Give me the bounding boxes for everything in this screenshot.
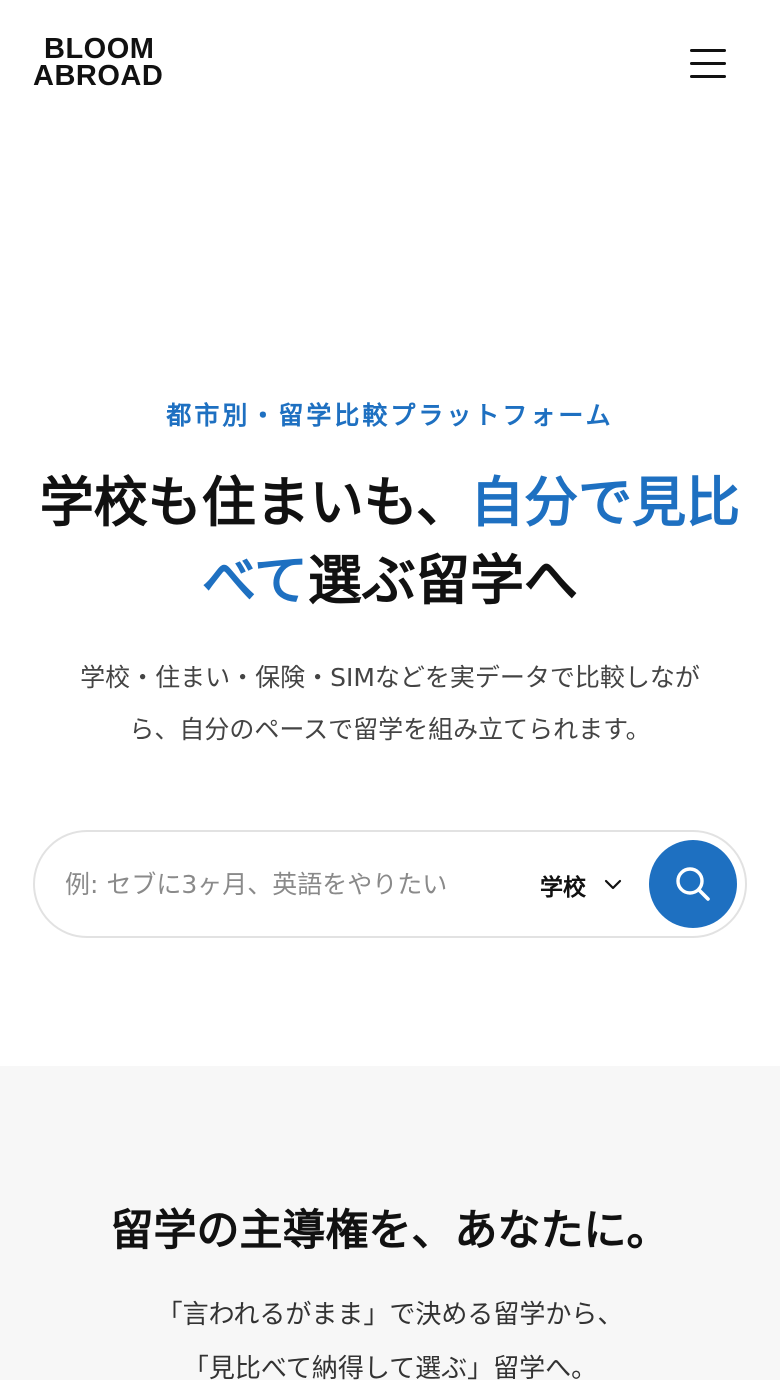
mission-title: 留学の主導権を、あなたに。: [110, 1206, 670, 1256]
chevron-down-icon: [604, 879, 622, 890]
category-select[interactable]: 学校: [540, 862, 640, 908]
hero-section: 都市別・留学比較プラットフォーム 学校も住まいも、自分で見比 べて選ぶ留学へ 学…: [0, 130, 780, 1066]
mission-text-line-1: 「言われるがまま」で決める留学から、: [156, 1300, 624, 1330]
hero-headline: 学校も住まいも、自分で見比 べて選ぶ留学へ: [20, 464, 760, 620]
search-bar: 学校: [33, 830, 747, 938]
logo-line-abroad: ABROAD: [33, 60, 164, 92]
mission-text: 「言われるがまま」で決める留学から、 「見比べて納得して選ぶ」留学へ。: [40, 1288, 740, 1380]
mission-text-line-2: 「見比べて納得して選ぶ」留学へ。: [182, 1354, 598, 1380]
headline-accent-text-2: べて: [202, 549, 308, 612]
logo-line-bloom: BLOOM: [44, 33, 155, 65]
search-input[interactable]: [65, 858, 525, 910]
hero-lead: 学校・住まい・保険・SIMなどを実データで比較しなが ら、自分のペースで留学を組…: [30, 652, 750, 756]
site-header: BLOOM ABROAD: [0, 0, 780, 130]
mission-section: 留学の主導権を、あなたに。 「言われるがまま」で決める留学から、 「見比べて納得…: [0, 1066, 780, 1380]
category-selected-label: 学校: [540, 875, 586, 901]
headline-text-2: 選ぶ留学へ: [307, 549, 578, 612]
search-button[interactable]: [649, 840, 737, 928]
logo[interactable]: BLOOM ABROAD: [33, 33, 183, 92]
lead-line-1: 学校・住まい・保険・SIMなどを実データで比較しなが: [80, 663, 700, 692]
hero-eyebrow: 都市別・留学比較プラットフォーム: [166, 401, 614, 430]
headline-text: 学校も住まいも、: [39, 471, 471, 534]
headline-accent-text: 自分で見比: [470, 471, 741, 534]
hamburger-menu-icon[interactable]: [686, 46, 730, 82]
search-icon: [676, 867, 710, 901]
lead-line-2: ら、自分のペースで留学を組み立てられます。: [129, 715, 651, 744]
